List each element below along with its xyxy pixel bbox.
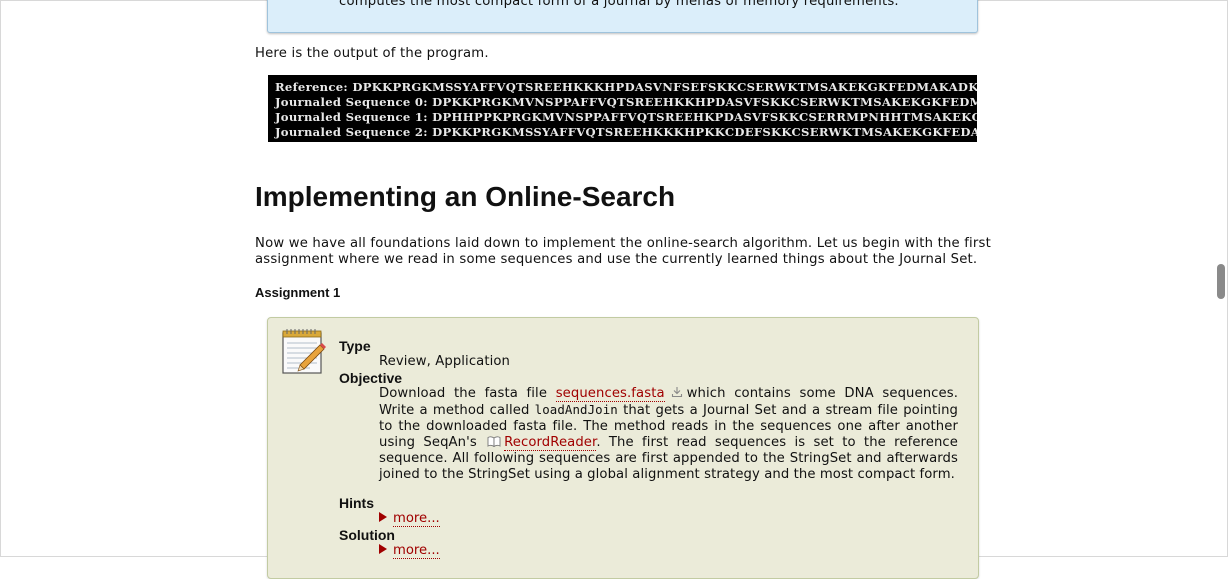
- section-paragraph-line1: Now we have all foundations laid down to…: [255, 236, 991, 251]
- code-line-seq1: Journaled Sequence 1: DPHHPPKPRGKMVNSPPA…: [275, 110, 977, 124]
- hints-more-link[interactable]: more...: [379, 511, 440, 527]
- open-book-icon: [487, 436, 501, 447]
- solution-label: Solution: [339, 527, 395, 543]
- sequences-fasta-link[interactable]: sequences.fasta: [555, 386, 665, 402]
- code-line-reference: Reference: DPKKPRGKMSSYAFFVQTSREEHKKKHPD…: [275, 80, 977, 94]
- assignment-box: Type Review, Application Objective Downl…: [267, 317, 979, 579]
- objective-text: Download the fasta file sequences.fasta w…: [379, 386, 958, 483]
- code-line-seq0: Journaled Sequence 0: DPKKPRGKMVNSPPAFFV…: [275, 95, 977, 109]
- triangle-right-icon: [379, 512, 387, 522]
- section-heading: Implementing an Online-Search: [255, 181, 676, 212]
- objective-label: Objective: [339, 370, 403, 386]
- program-output-block: Reference: DPKKPRGKMSSYAFFVQTSREEHKKKHPD…: [268, 75, 977, 142]
- scrollbar-thumb[interactable]: [1217, 264, 1225, 299]
- notepad-pencil-icon: [282, 329, 326, 374]
- hints-more-text: more...: [393, 511, 440, 527]
- type-value: Review, Application: [379, 354, 511, 369]
- type-label: Type: [339, 338, 371, 354]
- triangle-right-icon: [379, 544, 387, 554]
- code-line-seq2: Journaled Sequence 2: DPKKPRGKMSSYAFFVQT…: [275, 125, 977, 139]
- record-reader-link[interactable]: RecordReader: [504, 435, 597, 451]
- output-intro: Here is the output of the program.: [255, 46, 489, 61]
- download-icon[interactable]: [671, 386, 683, 398]
- method-name: loadAndJoin: [534, 402, 618, 417]
- objective-part1: Download the fasta file: [379, 386, 548, 401]
- section-paragraph-line2: assignment where we read in some sequenc…: [255, 252, 978, 267]
- assignment-title: Assignment 1: [255, 285, 341, 300]
- hints-label: Hints: [339, 495, 374, 511]
- note-text: computes the most compact form of a jour…: [339, 0, 899, 9]
- note-box: computes the most compact form of a jour…: [267, 0, 978, 33]
